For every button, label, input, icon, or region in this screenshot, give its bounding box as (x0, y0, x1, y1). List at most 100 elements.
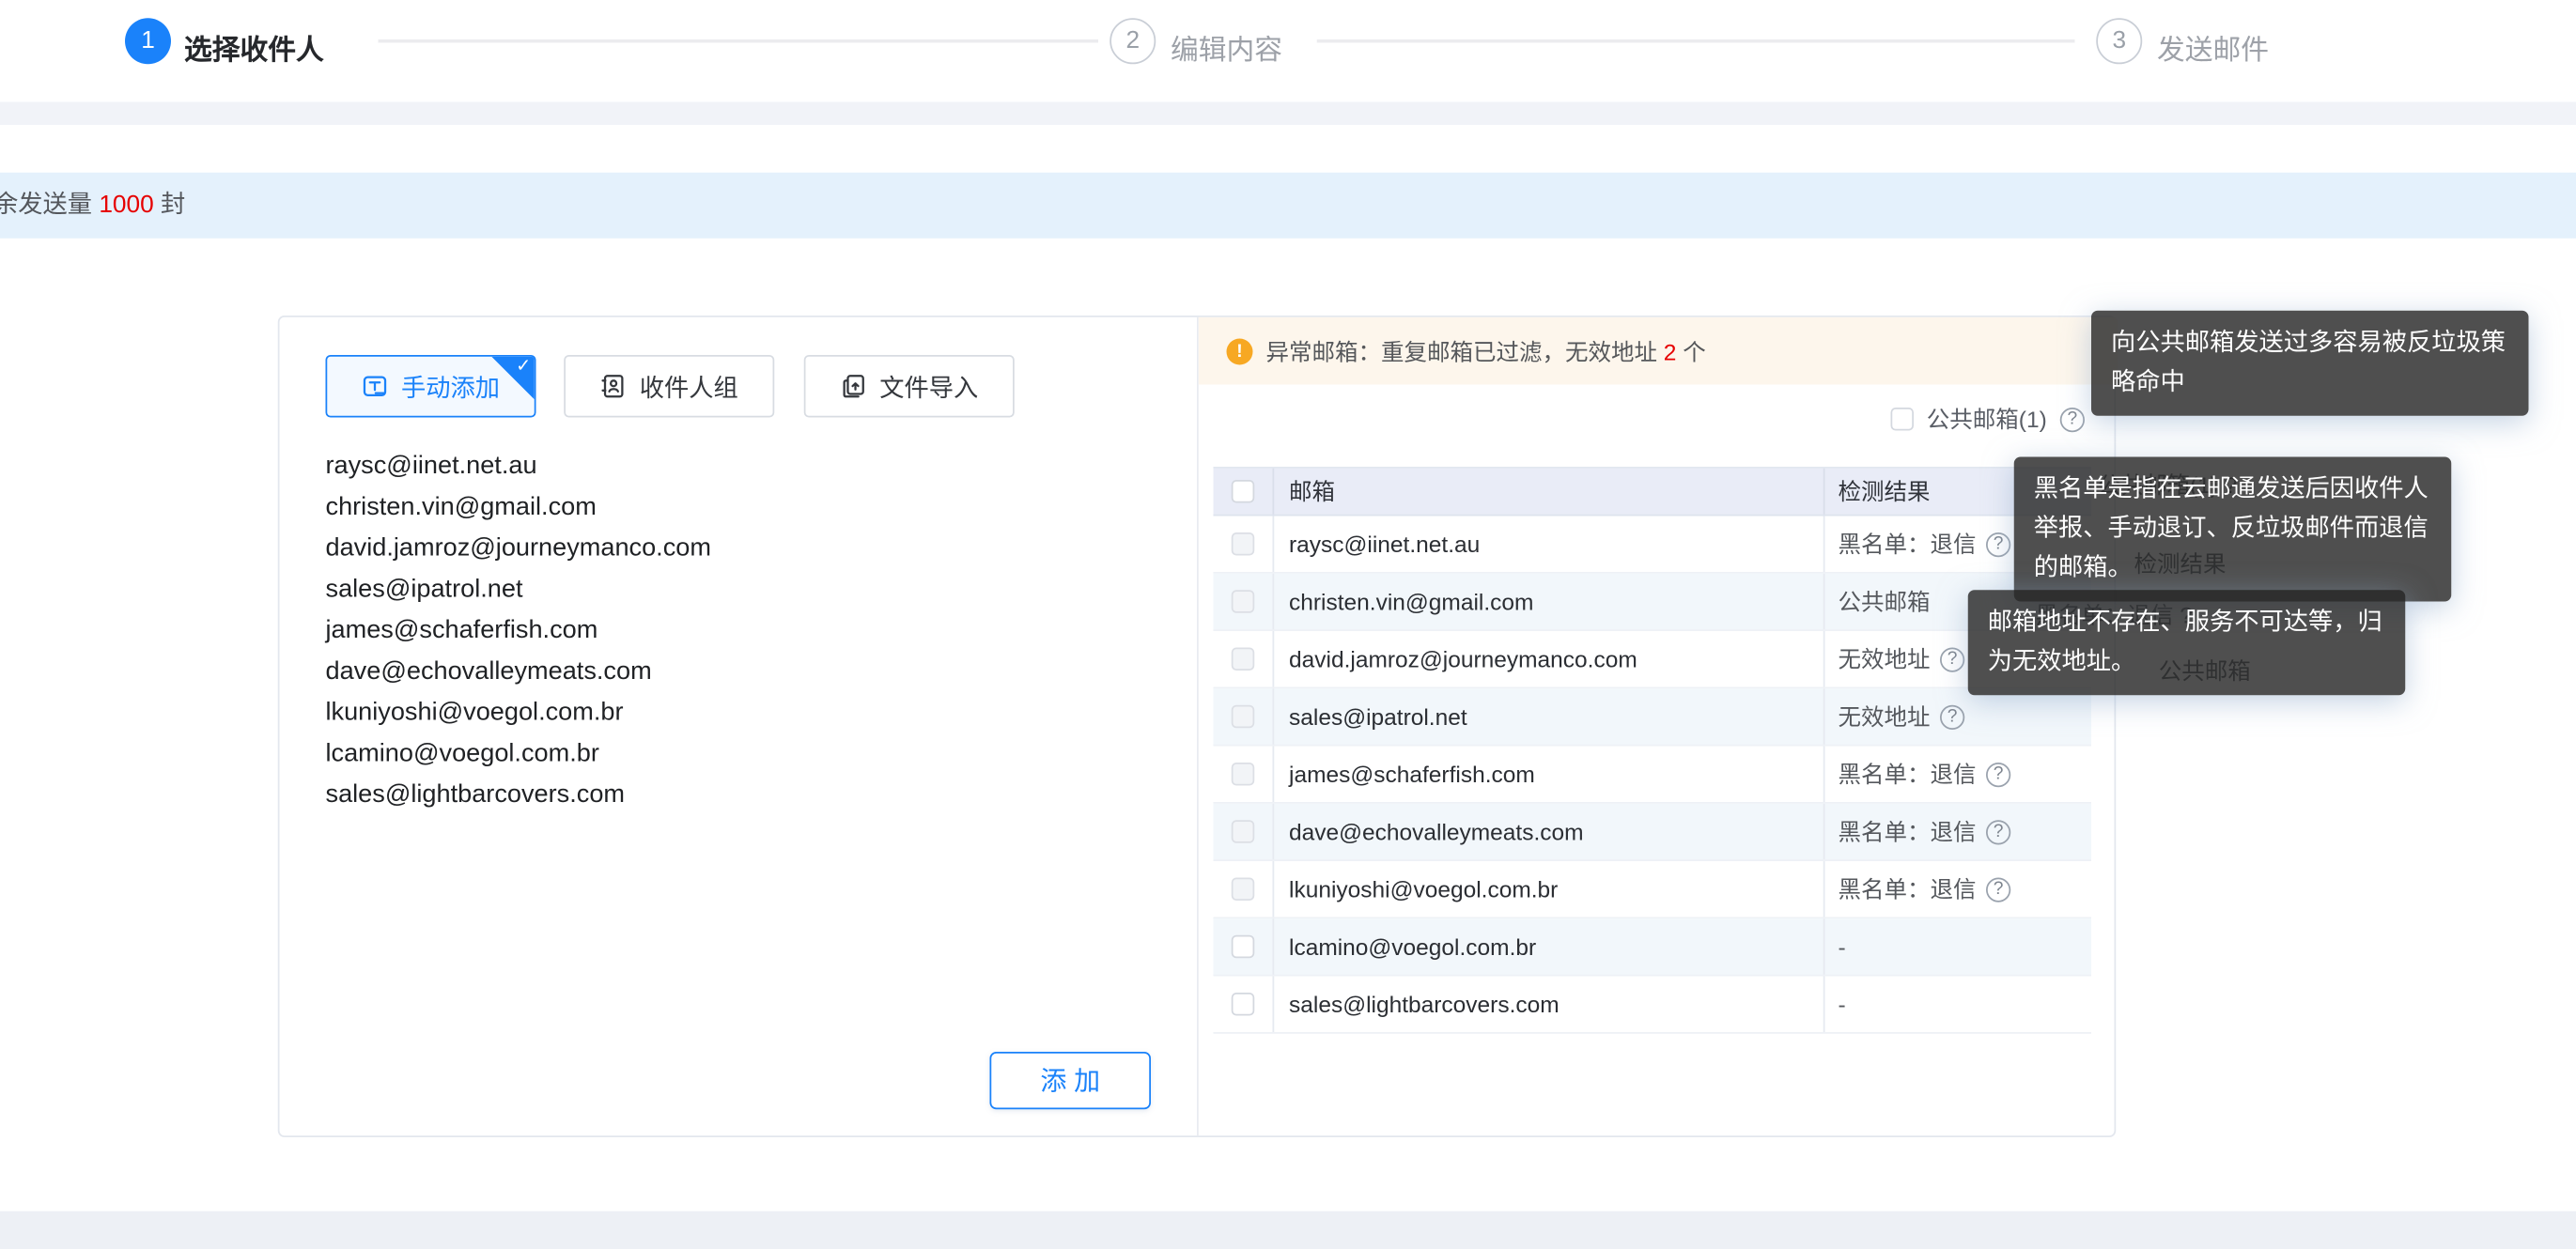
tab-file-import[interactable]: 文件导入 (804, 355, 1015, 418)
table-row: david.jamroz@journeymanco.com 无效地址? (1214, 631, 2092, 688)
step-2-label: 编辑内容 (1171, 26, 1282, 68)
row-email: lkuniyoshi@voegol.com.br (1274, 861, 1824, 917)
email-input-list[interactable]: raysc@iinet.net.auchristen.vin@gmail.com… (326, 445, 984, 815)
public-mailbox-label: 公共邮箱(1) (1927, 403, 2047, 436)
bottom-band (0, 1211, 2576, 1249)
email-entry: raysc@iinet.net.au (326, 445, 984, 486)
public-mailbox-checkbox[interactable] (1890, 408, 1914, 431)
row-email: christen.vin@gmail.com (1274, 574, 1824, 630)
tab-manual-add[interactable]: 手动添加 ✓ (326, 355, 536, 418)
row-result: - (1839, 991, 1846, 1017)
abnormal-alert: ! 异常邮箱：重复邮箱已过滤，无效地址 2 个 (1199, 317, 2118, 385)
table-row: sales@ipatrol.net 无效地址? (1214, 688, 2092, 746)
help-icon[interactable]: ? (1986, 532, 2010, 556)
step-3-circle: 3 (2096, 18, 2142, 64)
row-checkbox (1232, 532, 1255, 556)
table-row: sales@lightbarcovers.com- (1214, 977, 2092, 1034)
row-checkbox[interactable] (1232, 993, 1255, 1016)
result-table-body: raysc@iinet.net.au 黑名单：退信? christen.vin@gm… (1214, 517, 2092, 1034)
text-input-icon (362, 373, 388, 399)
row-result: 黑名单：退信 (1839, 758, 1977, 791)
step-connector (1317, 39, 2075, 43)
alert-count: 2 (1664, 338, 1677, 364)
row-result: 无效地址 (1839, 642, 1931, 675)
tooltip-blacklist: 黑名单是指在云邮通发送后因收件人 举报、手动退订、反垃圾邮件而退信 的邮箱。 (2014, 457, 2452, 602)
row-result: 黑名单：退信 (1839, 528, 1977, 561)
row-checkbox (1232, 878, 1255, 902)
select-all-checkbox[interactable] (1232, 480, 1255, 503)
email-entry: christen.vin@gmail.com (326, 486, 984, 528)
recipient-card: 手动添加 ✓ 收件人组 文件导入 raysc@iinet.net.auchris… (278, 316, 2117, 1137)
manual-add-pane: 手动添加 ✓ 收件人组 文件导入 raysc@iinet.net.auchris… (280, 317, 1198, 1136)
help-icon[interactable]: ? (1940, 704, 1964, 729)
check-icon: ✓ (516, 357, 531, 378)
alert-text: 异常邮箱：重复邮箱已过滤，无效地址 (1266, 338, 1658, 364)
result-table: 邮箱 检测结果 raysc@iinet.net.au 黑名单：退信? christe… (1214, 467, 2092, 1034)
row-email: lcamino@voegol.com.br (1274, 918, 1824, 975)
row-result: 无效地址 (1839, 701, 1931, 733)
row-checkbox[interactable] (1232, 935, 1255, 959)
row-checkbox (1232, 648, 1255, 671)
file-import-icon (840, 373, 866, 399)
table-row: james@schaferfish.com 黑名单：退信? (1214, 747, 2092, 804)
table-row: dave@echovalleymeats.com 黑名单：退信? (1214, 804, 2092, 861)
step-2-circle: 2 (1110, 18, 1156, 64)
divider-band (0, 102, 2576, 126)
email-entry: lcamino@voegol.com.br (326, 733, 984, 775)
email-entry: lkuniyoshi@voegol.com.br (326, 692, 984, 733)
row-email: david.jamroz@journeymanco.com (1274, 631, 1824, 687)
tab-recipient-group[interactable]: 收件人组 (564, 355, 774, 418)
row-result: - (1839, 933, 1846, 960)
email-entry: sales@lightbarcovers.com (326, 774, 984, 815)
row-email: james@schaferfish.com (1274, 747, 1824, 803)
row-checkbox (1232, 590, 1255, 613)
tooltip-public-mailbox: 向公共邮箱发送过多容易被反垃圾策 略命中 (2091, 311, 2529, 416)
help-icon[interactable]: ? (1986, 877, 2010, 902)
row-checkbox (1232, 820, 1255, 843)
tab-label: 手动添加 (401, 369, 500, 404)
help-icon[interactable]: ? (1940, 647, 1964, 671)
help-icon[interactable]: ? (2060, 407, 2085, 431)
help-icon[interactable]: ? (1986, 762, 2010, 786)
table-row: lcamino@voegol.com.br- (1214, 918, 2092, 976)
quota-label: 余发送量 (0, 191, 92, 219)
step-1-circle: 1 (125, 18, 171, 64)
quota-banner: 余发送量 1000 封 (0, 173, 2576, 239)
row-result: 黑名单：退信 (1839, 815, 1977, 848)
tab-label: 收件人组 (640, 369, 738, 404)
row-result: 黑名单：退信 (1839, 872, 1977, 905)
row-checkbox (1232, 763, 1255, 786)
add-button[interactable]: 添 加 (990, 1052, 1152, 1109)
alert-suffix: 个 (1683, 338, 1706, 364)
public-mailbox-filter: 公共邮箱(1) ? (1890, 396, 2085, 442)
step-connector (379, 39, 1099, 43)
email-entry: james@schaferfish.com (326, 609, 984, 651)
check-result-pane: ! 异常邮箱：重复邮箱已过滤，无效地址 2 个 公共邮箱(1) ? 邮箱 检测结… (1197, 317, 2118, 1136)
email-entry: david.jamroz@journeymanco.com (326, 528, 984, 569)
email-entry: sales@ipatrol.net (326, 569, 984, 610)
row-checkbox (1232, 705, 1255, 729)
step-3-number: 3 (2112, 26, 2126, 54)
quota-amount: 1000 (99, 191, 153, 219)
screen: 1 选择收件人 2 编辑内容 3 发送邮件 余发送量 1000 封 手动添加 ✓ (0, 0, 2576, 1249)
quota-unit: 封 (161, 191, 185, 219)
contacts-icon (600, 373, 627, 399)
row-email: dave@echovalleymeats.com (1274, 804, 1824, 860)
help-icon[interactable]: ? (1986, 819, 2010, 843)
row-result: 公共邮箱 (1839, 585, 1931, 618)
email-entry: dave@echovalleymeats.com (326, 651, 984, 692)
table-row: lkuniyoshi@voegol.com.br 黑名单：退信? (1214, 861, 2092, 918)
warning-icon: ! (1227, 338, 1253, 364)
tab-label: 文件导入 (879, 369, 978, 404)
step-3-label: 发送邮件 (2157, 26, 2269, 68)
step-1-number: 1 (141, 26, 155, 54)
tooltip-invalid-address: 邮箱地址不存在、服务不可达等，归 为无效地址。 (1968, 590, 2406, 695)
result-table-header: 邮箱 检测结果 (1214, 467, 2092, 517)
row-email: raysc@iinet.net.au (1274, 517, 1824, 573)
column-header-email: 邮箱 (1274, 469, 1824, 515)
steps-bar: 1 选择收件人 2 编辑内容 3 发送邮件 (0, 0, 2576, 102)
row-email: sales@ipatrol.net (1274, 688, 1824, 745)
table-row: raysc@iinet.net.au 黑名单：退信? (1214, 517, 2092, 574)
step-2-number: 2 (1125, 26, 1140, 54)
row-email: sales@lightbarcovers.com (1274, 977, 1824, 1033)
